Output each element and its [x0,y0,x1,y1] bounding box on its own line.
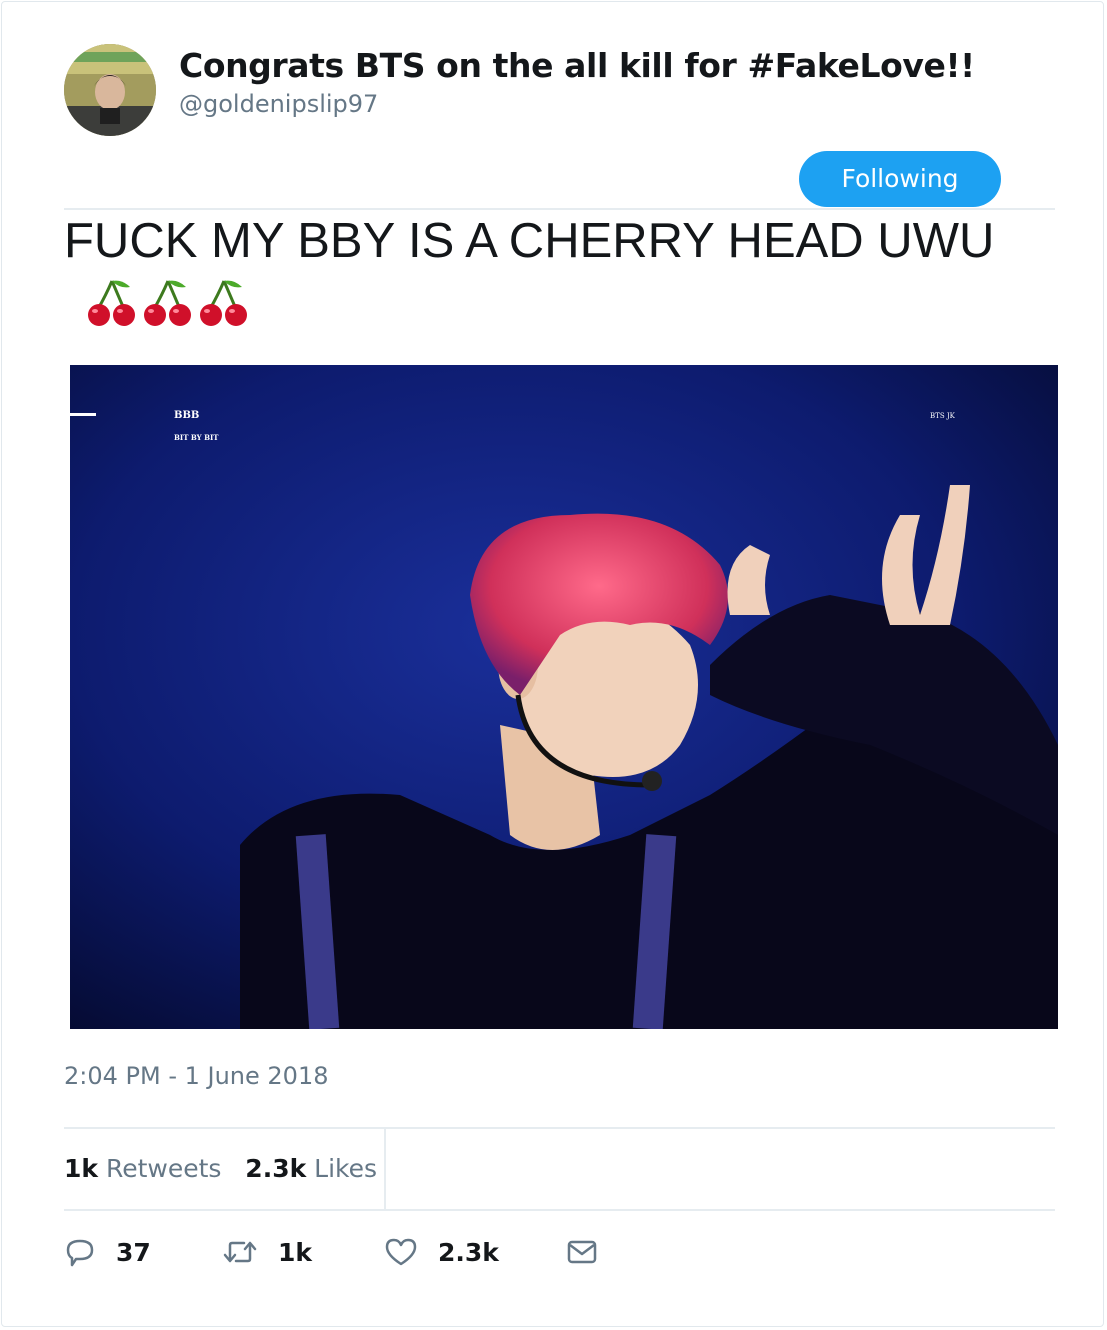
reply-icon[interactable] [64,1236,96,1268]
tweet-media-photo[interactable]: BBB BIT BY BIT BTS JK [70,365,1058,1029]
user-handle[interactable]: @goldenipslip97 [179,90,378,118]
like-action[interactable]: 2.3k [384,1232,499,1272]
watermark-sub: BIT BY BIT [174,433,219,442]
retweet-count: 1k [278,1237,313,1267]
watermark-top: BBB [174,410,199,421]
like-count: 2.3k [438,1237,499,1267]
retweet-icon[interactable] [222,1236,258,1268]
likes-count[interactable]: 2.3k [245,1154,306,1183]
cherries-emoji [200,280,247,327]
following-button[interactable]: Following [799,151,1001,207]
heart-icon[interactable] [384,1236,418,1268]
concert-photo: BBB BIT BY BIT BTS JK [70,365,1058,1029]
retweets-count[interactable]: 1k [64,1154,98,1183]
avatar-image [64,44,156,136]
emoji-group [86,277,250,329]
tweet-stats: 1k Retweets 2.3k Likes [64,1154,377,1183]
cherries-emoji [88,280,135,327]
cherries-emoji [144,280,191,327]
tweet-body: FUCK MY BBY IS A CHERRY HEAD UWU [64,214,995,268]
envelope-icon[interactable] [565,1236,599,1268]
stats-separator [384,1129,386,1210]
tweet-card: Congrats BTS on the all kill for #FakeLo… [1,1,1104,1327]
stats-top-divider [64,1127,1055,1129]
reply-count: 37 [116,1237,151,1267]
tweet-text: FUCK MY BBY IS A CHERRY HEAD UWU [64,212,1024,330]
watermark-right: BTS JK [930,412,956,420]
avatar[interactable] [64,44,156,136]
tweet-timestamp[interactable]: 2:04 PM - 1 June 2018 [64,1062,329,1090]
likes-label[interactable]: Likes [314,1154,377,1183]
stats-bottom-divider [64,1209,1055,1211]
display-name[interactable]: Congrats BTS on the all kill for #FakeLo… [179,46,975,85]
reply-action[interactable]: 37 [64,1232,151,1272]
header-divider [64,208,1055,210]
retweet-action[interactable]: 1k [222,1232,312,1272]
retweets-label[interactable]: Retweets [106,1154,221,1183]
direct-message-action[interactable] [565,1232,599,1272]
